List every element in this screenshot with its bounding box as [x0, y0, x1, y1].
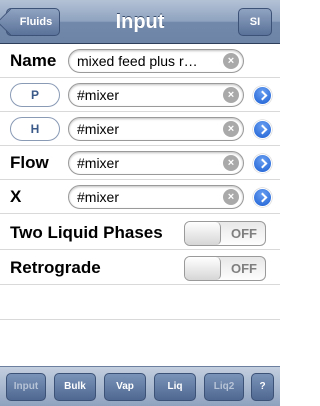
switch-knob	[185, 222, 221, 245]
disclosure-icon[interactable]	[253, 86, 272, 105]
p-value: #mixer	[77, 87, 120, 103]
empty-row	[0, 320, 280, 354]
tab-input[interactable]: Input	[6, 373, 46, 401]
x-field[interactable]: #mixer ×	[68, 185, 244, 209]
flow-field[interactable]: #mixer ×	[68, 151, 244, 175]
h-value: #mixer	[77, 121, 120, 137]
tab-bulk[interactable]: Bulk	[54, 373, 96, 401]
navigation-bar: Fluids Input SI	[0, 0, 280, 44]
bottom-toolbar: Input Bulk Vap Liq Liq2 ?	[0, 366, 280, 406]
p-field[interactable]: #mixer ×	[68, 83, 244, 107]
name-row: Name mixed feed plus r… ×	[0, 44, 280, 78]
tab-help[interactable]: ?	[251, 373, 274, 401]
disclosure-icon[interactable]	[253, 154, 272, 173]
tab-liq2[interactable]: Liq2	[204, 373, 244, 401]
disclosure-icon[interactable]	[253, 188, 272, 207]
tab-vap[interactable]: Vap	[104, 373, 146, 401]
unit-system-button[interactable]: SI	[238, 8, 272, 36]
x-label: X	[10, 187, 22, 206]
clear-icon[interactable]: ×	[223, 189, 239, 205]
h-button[interactable]: H	[10, 117, 60, 141]
two-liquid-phases-switch[interactable]: OFF	[184, 221, 266, 246]
p-row: P #mixer ×	[0, 78, 280, 112]
clear-icon[interactable]: ×	[223, 53, 239, 69]
x-value: #mixer	[77, 189, 120, 205]
x-row: X #mixer ×	[0, 180, 280, 214]
empty-row	[0, 286, 280, 320]
switch-knob	[185, 257, 221, 280]
clear-icon[interactable]: ×	[223, 121, 239, 137]
h-row: H #mixer ×	[0, 112, 280, 146]
two-liquid-phases-label: Two Liquid Phases	[10, 223, 163, 242]
flow-row: Flow #mixer ×	[0, 146, 280, 180]
clear-icon[interactable]: ×	[223, 87, 239, 103]
name-field[interactable]: mixed feed plus r… ×	[68, 49, 244, 73]
flow-label: Flow	[10, 153, 49, 172]
name-value: mixed feed plus r…	[77, 53, 198, 69]
retrograde-label: Retrograde	[10, 258, 101, 277]
name-label: Name	[10, 51, 57, 70]
flow-value: #mixer	[77, 155, 120, 171]
clear-icon[interactable]: ×	[223, 155, 239, 171]
two-liquid-phases-row: Two Liquid Phases OFF	[0, 216, 280, 250]
disclosure-icon[interactable]	[253, 120, 272, 139]
retrograde-switch[interactable]: OFF	[184, 256, 266, 281]
switch-state: OFF	[231, 226, 257, 241]
tab-liq[interactable]: Liq	[154, 373, 196, 401]
switch-state: OFF	[231, 261, 257, 276]
h-field[interactable]: #mixer ×	[68, 117, 244, 141]
p-button[interactable]: P	[10, 83, 60, 107]
retrograde-row: Retrograde OFF	[0, 251, 280, 285]
